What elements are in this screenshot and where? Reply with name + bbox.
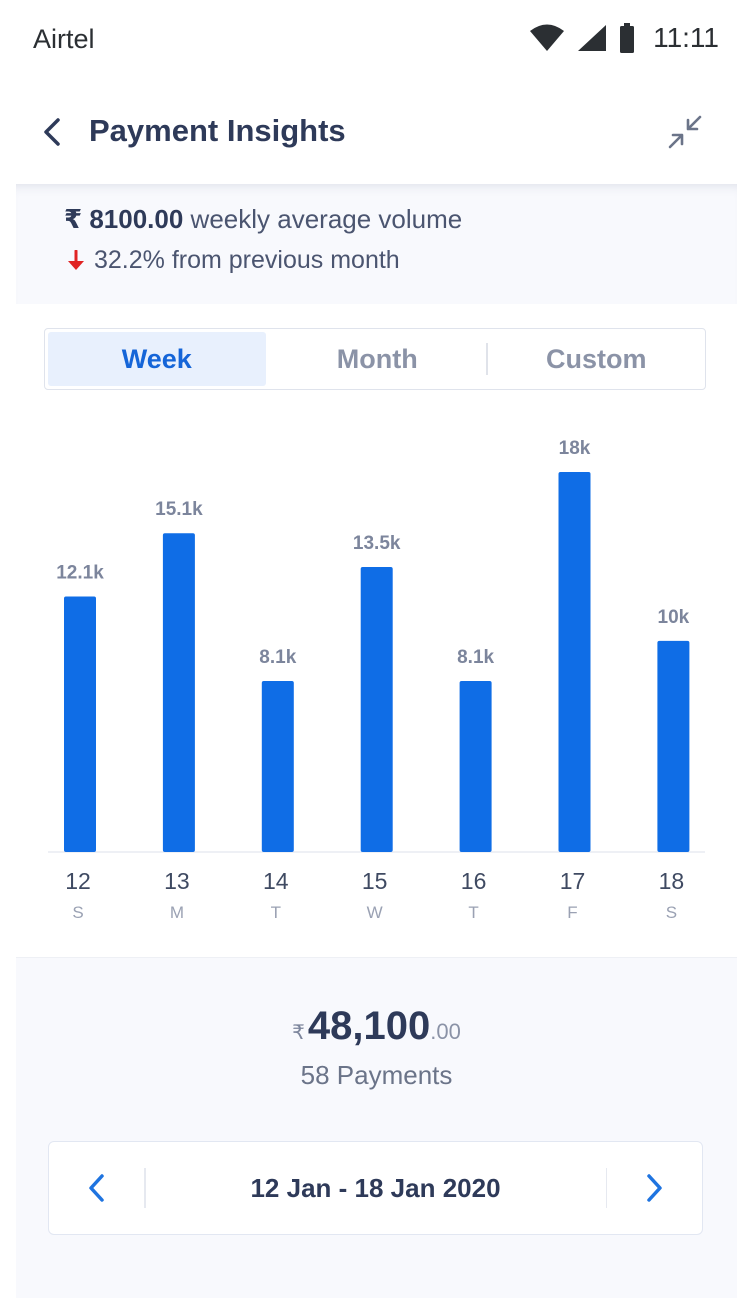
average-amount: ₹ 8100.00 [64,204,184,234]
chevron-right-icon [647,1174,662,1202]
status-icons: 11:11 [529,22,719,54]
x-tick-label: 18 [659,868,685,894]
total-amount-decimal: .00 [430,1019,461,1044]
weekday-label: S [72,903,83,922]
page-title: Payment Insights [89,113,346,148]
total-amount: ₹48,100.00 [16,1004,737,1049]
chart-bar [64,596,96,852]
bar-value-label: 8.1k [457,647,494,668]
weekday-label: F [567,903,577,922]
chart-bar [360,567,393,852]
arrow-down-icon [68,249,84,270]
totals-panel: ₹48,100.00 58 Payments 12 Jan - 18 Jan 2… [16,957,737,1298]
battery-icon [619,23,635,53]
bar-value-label: 10k [658,607,690,628]
period-tabs: Week Month Custom [44,328,706,390]
bar-value-label: 15.1k [155,499,203,520]
weekday-label: S [666,903,677,922]
chevron-left-icon [44,118,60,146]
previous-range-button[interactable] [49,1142,145,1234]
wifi-icon [529,24,565,52]
signal-icon [577,24,607,52]
chart-bar [261,681,294,852]
x-tick-label: 15 [362,868,388,894]
next-range-button[interactable] [606,1142,702,1234]
collapse-button[interactable] [665,112,705,152]
date-range-label: 12 Jan - 18 Jan 2020 [250,1172,501,1203]
tab-month[interactable]: Month [269,329,487,389]
weekday-label: M [170,903,184,922]
weekday-label: W [367,903,383,922]
bar-value-label: 13.5k [353,533,401,554]
payments-bar-chart: 12.1k 12 S 15.1k 13 M 8.1k 14 T 13.5k 15 W 8.1k 16 T 18… [0,410,753,940]
weekly-summary: ₹ 8100.00 weekly average volume 32.2% fr… [16,184,737,304]
chart-bar [657,640,690,852]
bar-value-label: 18k [559,438,591,459]
collapse-icon [668,115,702,149]
x-tick-label: 13 [164,868,190,894]
change-text: 32.2% from previous month [94,246,400,274]
tab-week[interactable]: Week [48,332,266,386]
chart-bar [459,681,492,852]
average-volume: ₹ 8100.00 weekly average volume [64,204,462,235]
weekday-label: T [271,903,281,922]
x-tick-label: 12 [65,868,91,894]
payments-count: 58 Payments [300,1060,453,1090]
average-label: weekly average volume [190,204,463,234]
x-tick-label: 17 [560,868,586,894]
total-amount-main: 48,100 [307,1004,431,1048]
chevron-left-icon [89,1174,104,1202]
app-header: Payment Insights [0,90,753,176]
x-tick-label: 16 [461,868,487,894]
bar-value-label: 8.1k [259,647,296,668]
carrier-name: Airtel [33,24,95,54]
date-range-selector: 12 Jan - 18 Jan 2020 [48,1141,703,1235]
currency-symbol: ₹ [292,1022,305,1044]
clock: 11:11 [653,22,719,53]
tab-custom[interactable]: Custom [488,329,706,389]
back-button[interactable] [36,112,70,152]
bar-value-label: 12.1k [56,563,104,584]
weekday-label: T [468,903,478,922]
chart-bar [558,472,591,852]
x-tick-label: 14 [263,868,289,894]
change-indicator: 32.2% from previous month [66,246,400,275]
status-bar: Airtel 11:11 [0,0,753,80]
chart-bar [162,533,195,852]
chart-canvas: 12.1k 12 S 15.1k 13 M 8.1k 14 T 13.5k 15 W 8.1k 16 T 18… [48,438,705,922]
